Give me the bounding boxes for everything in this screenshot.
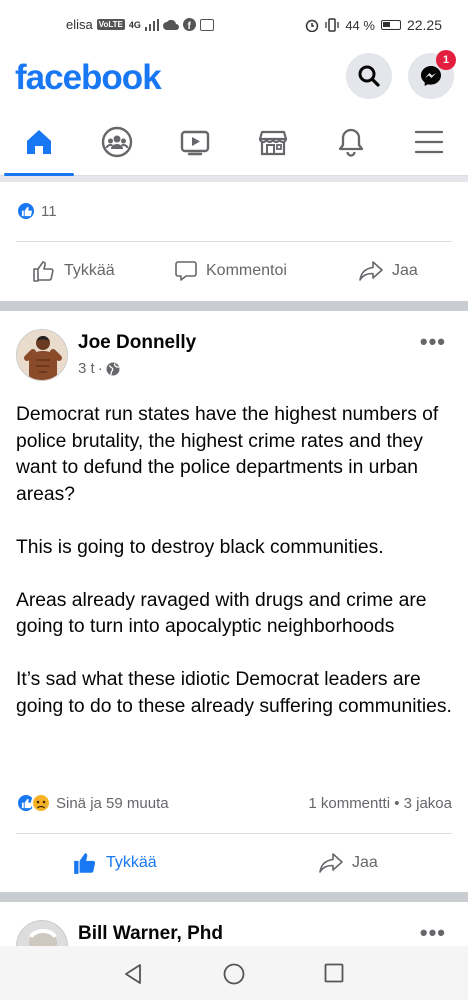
tab-menu[interactable] <box>390 114 468 174</box>
post-paragraph: Democrat run states have the highest num… <box>16 404 439 505</box>
volte-badge: VoLTE <box>96 19 125 30</box>
post-reactions-text: Sinä ja 59 muuta <box>56 794 169 812</box>
like-button[interactable]: Tykkää <box>72 834 157 892</box>
hamburger-icon <box>414 130 444 154</box>
tab-watch[interactable] <box>156 114 234 174</box>
like-reaction-icon <box>16 201 36 221</box>
back-icon[interactable] <box>122 963 144 985</box>
tab-home[interactable] <box>0 114 78 176</box>
post-stats[interactable]: 1 kommentti • 3 jakoa <box>308 795 452 812</box>
signal-icon <box>144 18 159 31</box>
share-icon <box>319 853 343 873</box>
share-button[interactable]: Jaa <box>318 834 378 892</box>
search-button[interactable] <box>346 53 392 99</box>
bell-icon <box>338 128 364 157</box>
like-button[interactable]: Tykkää <box>32 242 115 300</box>
system-nav-bar <box>0 946 468 1000</box>
comment-button[interactable]: Kommentoi <box>174 242 287 300</box>
messenger-button[interactable]: 1 <box>408 50 456 99</box>
post-paragraph: This is going to destroy black communiti… <box>16 536 384 558</box>
tab-groups[interactable] <box>78 114 156 174</box>
comment-label: Kommentoi <box>206 262 287 279</box>
post-meta: 3 t · <box>78 360 120 377</box>
tab-notifications[interactable] <box>312 114 390 174</box>
post-paragraph: It’s sad what these idiotic Democrat lea… <box>16 669 452 717</box>
post-time[interactable]: 3 t <box>78 360 95 377</box>
home-nav-icon[interactable] <box>223 963 245 985</box>
tab-marketplace[interactable] <box>234 114 312 174</box>
post-reactions[interactable]: Sinä ja 59 muuta <box>16 793 169 813</box>
thumbs-up-icon <box>74 853 96 874</box>
clock: 22.25 <box>406 17 442 33</box>
main-tabs <box>0 114 468 176</box>
store-icon <box>258 130 288 156</box>
feed-separator <box>0 176 468 182</box>
share-icon <box>359 261 383 281</box>
battery-icon <box>380 20 401 30</box>
home-icon <box>27 130 51 154</box>
post-paragraph: Areas already ravaged with drugs and cri… <box>16 589 427 638</box>
post-more-options-button[interactable]: ••• <box>420 329 446 355</box>
search-icon <box>358 65 380 87</box>
share-label: Jaa <box>352 854 378 871</box>
status-bar: elisa VoLTE 4G f 44 % 22.25 <box>0 0 468 50</box>
alarm-icon <box>306 19 319 32</box>
avatar[interactable] <box>16 329 68 381</box>
post-body: Democrat run states have the highest num… <box>16 402 456 720</box>
battery-percent: 44 % <box>345 17 375 33</box>
video-icon <box>180 130 210 156</box>
post-author[interactable]: Bill Warner, Phd <box>78 923 223 945</box>
prev-post-reactions[interactable]: 11 <box>16 201 57 221</box>
network-label: 4G <box>128 19 141 30</box>
share-button[interactable]: Jaa <box>358 242 418 300</box>
app-header: facebook 1 <box>0 50 468 108</box>
groups-icon <box>101 126 133 158</box>
feed-separator <box>0 892 468 902</box>
prev-post-actions: Tykkää Kommentoi Jaa <box>16 241 452 299</box>
comment-icon <box>175 261 197 281</box>
like-label: Tykkää <box>64 262 115 279</box>
share-label: Jaa <box>392 262 418 279</box>
post-more-options-button[interactable]: ••• <box>420 920 446 946</box>
like-label: Tykkää <box>106 854 157 871</box>
vibrate-icon <box>325 18 339 32</box>
messenger-badge: 1 <box>436 50 456 70</box>
carrier-label: elisa <box>66 17 93 32</box>
avatar[interactable] <box>16 920 68 946</box>
tiktok-icon <box>199 18 214 31</box>
cloud-icon <box>162 19 179 30</box>
globe-icon <box>106 362 120 375</box>
thumbs-up-icon <box>33 261 54 282</box>
post-author[interactable]: Joe Donnelly <box>78 332 196 354</box>
post-actions: Tykkää Jaa <box>16 833 452 891</box>
recents-icon[interactable] <box>324 963 344 983</box>
prev-post-reaction-count: 11 <box>41 202 57 220</box>
facebook-logo[interactable]: facebook <box>15 58 162 98</box>
feed-separator <box>0 301 468 311</box>
sad-reaction-icon <box>31 793 51 813</box>
facebook-notif-icon: f <box>182 18 196 31</box>
